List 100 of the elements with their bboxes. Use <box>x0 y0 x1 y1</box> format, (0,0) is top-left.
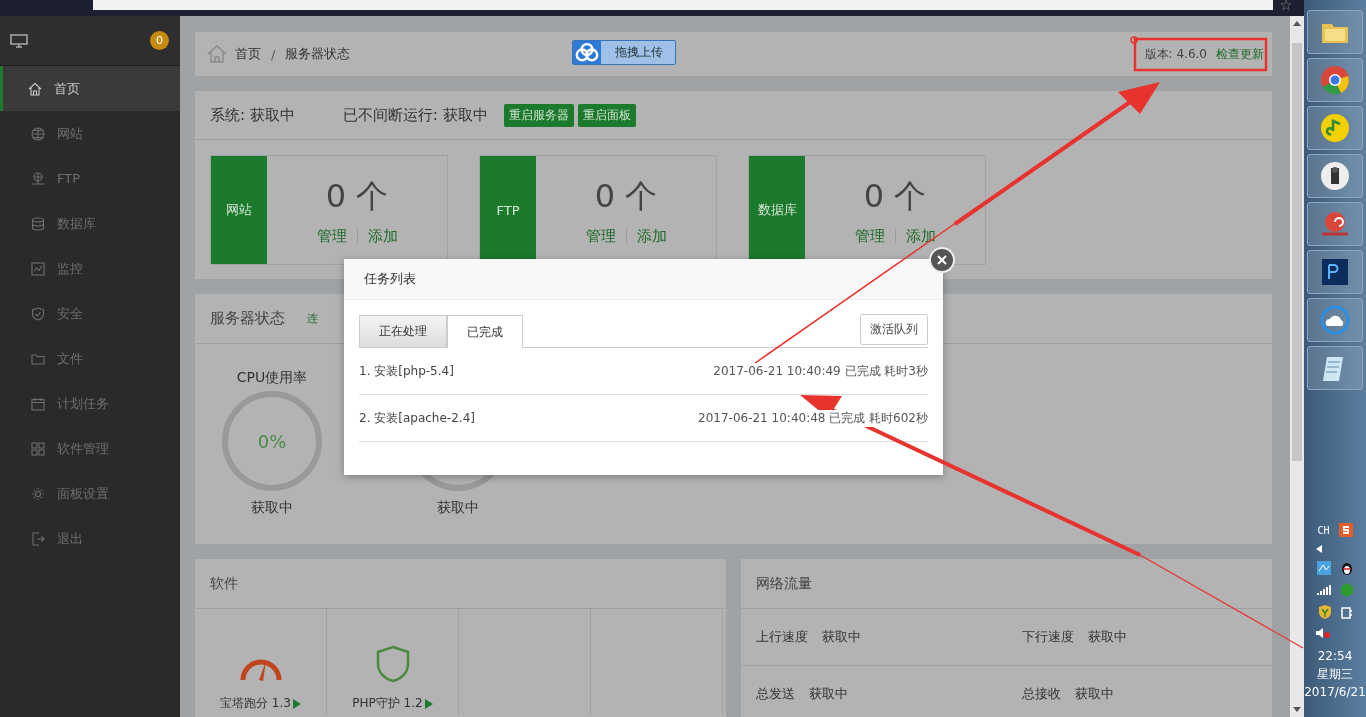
manage-link[interactable]: 管理 <box>585 226 616 246</box>
taskbar-button[interactable] <box>1307 298 1363 342</box>
server-icon <box>31 171 45 186</box>
stat-count: 0 个 <box>863 175 927 217</box>
task-name: 2. 安装[apache-2.4] <box>359 409 475 427</box>
software-name[interactable]: PHP守护 1.2 <box>352 695 423 712</box>
map-icon[interactable] <box>1316 561 1331 575</box>
sidebar-item[interactable]: 网站 <box>0 111 180 156</box>
sidebar-item[interactable]: 首页 <box>0 66 180 111</box>
shield-icon[interactable] <box>375 645 410 683</box>
clock-date: 2017/6/21 <box>1304 684 1366 701</box>
network-label: 下行速度 <box>1021 628 1074 646</box>
monitor-icon <box>10 33 28 48</box>
breadcrumb-link[interactable]: 首页 <box>235 45 261 63</box>
sidebar-item[interactable]: 计划任务 <box>0 381 180 426</box>
signal-icon[interactable] <box>1316 584 1331 596</box>
network-value: 获取中 <box>822 628 861 646</box>
sidebar-item[interactable]: 面板设置 <box>0 471 180 516</box>
system-status: 系统: 获取中 <box>210 105 295 125</box>
manage-link[interactable]: 管理 <box>854 226 885 246</box>
database-icon <box>31 216 45 231</box>
tab[interactable]: 已完成 <box>447 315 523 348</box>
power-plug-icon[interactable] <box>1340 605 1353 619</box>
scrollbar[interactable] <box>1290 16 1304 717</box>
network-label: 上行速度 <box>756 628 808 646</box>
close-icon <box>937 255 947 265</box>
stat-label: 网站 <box>211 156 267 264</box>
annotation-dot <box>1130 36 1138 44</box>
task-detail: 2017-06-21 10:40:48 已完成 耗时602秒 <box>698 409 928 427</box>
music-icon <box>1319 112 1351 144</box>
home-icon <box>28 81 42 96</box>
stat-count: 0 个 <box>594 175 658 217</box>
exit-icon <box>31 531 45 546</box>
gauge-title: CPU使用率 <box>236 369 308 385</box>
muted-speaker-icon[interactable] <box>1316 627 1330 639</box>
shield-icon <box>31 306 45 321</box>
gear-icon <box>31 486 45 501</box>
uptime-status: 已不间断运行: 获取中 <box>342 105 488 125</box>
stat-count: 0 个 <box>325 175 389 217</box>
network-value: 获取中 <box>809 685 848 703</box>
task-name: 1. 安装[php-5.4] <box>359 362 454 380</box>
penguin-icon[interactable] <box>1339 561 1354 575</box>
shield-icon[interactable] <box>1317 605 1332 619</box>
network-value: 获取中 <box>1087 628 1127 646</box>
add-link[interactable]: 添加 <box>905 226 936 246</box>
play-icon[interactable] <box>292 698 301 709</box>
clock-time: 22:54 <box>1317 648 1353 665</box>
tab[interactable]: 正在处理 <box>359 315 447 347</box>
add-link[interactable]: 添加 <box>636 226 667 246</box>
activate-queue-button[interactable]: 激活队列 <box>860 314 928 345</box>
network-label: 总发送 <box>756 685 795 703</box>
breadcrumb-current: 服务器状态 <box>285 45 351 63</box>
star-icon[interactable] <box>1281 0 1291 10</box>
scrollbar-thumb[interactable] <box>1292 43 1302 461</box>
grid-icon <box>31 441 45 456</box>
sidebar-item[interactable]: 安全 <box>0 291 180 336</box>
clock-weekday: 星期三 <box>1317 666 1353 683</box>
input-method-indicator[interactable]: CH <box>1317 524 1330 536</box>
check-update-link[interactable]: 检查更新 <box>1216 45 1264 63</box>
taskbar-button[interactable] <box>1307 250 1363 294</box>
sidebar-item[interactable]: 文件 <box>0 336 180 381</box>
notification-badge[interactable]: 0 <box>150 31 169 50</box>
sidebar-item[interactable]: 退出 <box>0 516 180 561</box>
restart-button[interactable]: 重启服务器 <box>503 103 574 127</box>
gauge-caption: 获取中 <box>251 499 293 517</box>
input-method-icon[interactable] <box>1338 523 1353 537</box>
upload-button[interactable]: 拖拽上传 <box>572 40 676 65</box>
taskbar-button[interactable] <box>1307 154 1363 198</box>
sidebar-item[interactable]: 监控 <box>0 246 180 291</box>
sidebar-item[interactable]: FTP <box>0 156 180 201</box>
section-title: 网络流量 <box>756 574 812 593</box>
manage-link[interactable]: 管理 <box>316 226 347 246</box>
clock[interactable]: 22:54 星期三 2017/6/21 <box>1304 647 1366 701</box>
globe-icon <box>31 126 45 141</box>
play-icon[interactable] <box>424 698 433 709</box>
browser-icon <box>1319 64 1351 96</box>
network-label: 总接收 <box>1021 685 1061 703</box>
address-field[interactable] <box>93 0 1273 10</box>
software-name[interactable]: 宝塔跑分 1.3 <box>220 695 291 712</box>
sidebar-item[interactable]: 软件管理 <box>0 426 180 471</box>
cloud-icon <box>573 41 601 64</box>
connection-link[interactable]: 连 <box>307 311 318 326</box>
section-title: 软件 <box>210 574 238 593</box>
version-label: 版本: 4.6.0 <box>1144 45 1207 63</box>
task-detail: 2017-06-21 10:40:49 已完成 耗时3秒 <box>713 362 928 380</box>
add-link[interactable]: 添加 <box>367 226 398 246</box>
app-icon <box>1319 160 1351 192</box>
folder-icon <box>31 351 45 366</box>
gauge-value: 0% <box>257 430 287 452</box>
dialog-title: 任务列表 <box>364 270 416 288</box>
breadcrumb-separator: / <box>271 46 276 62</box>
cloud-icon <box>1319 304 1351 336</box>
chart-icon <box>31 261 45 276</box>
photo-editor-icon <box>1319 256 1351 288</box>
gauge-caption: 获取中 <box>437 499 479 517</box>
section-title: 服务器状态 <box>210 309 285 328</box>
restart-button[interactable]: 重启面板 <box>577 103 636 127</box>
show-hidden-icons-icon[interactable] <box>1316 545 1322 553</box>
network-value: 获取中 <box>1074 685 1114 703</box>
sidebar-item[interactable]: 数据库 <box>0 201 180 246</box>
